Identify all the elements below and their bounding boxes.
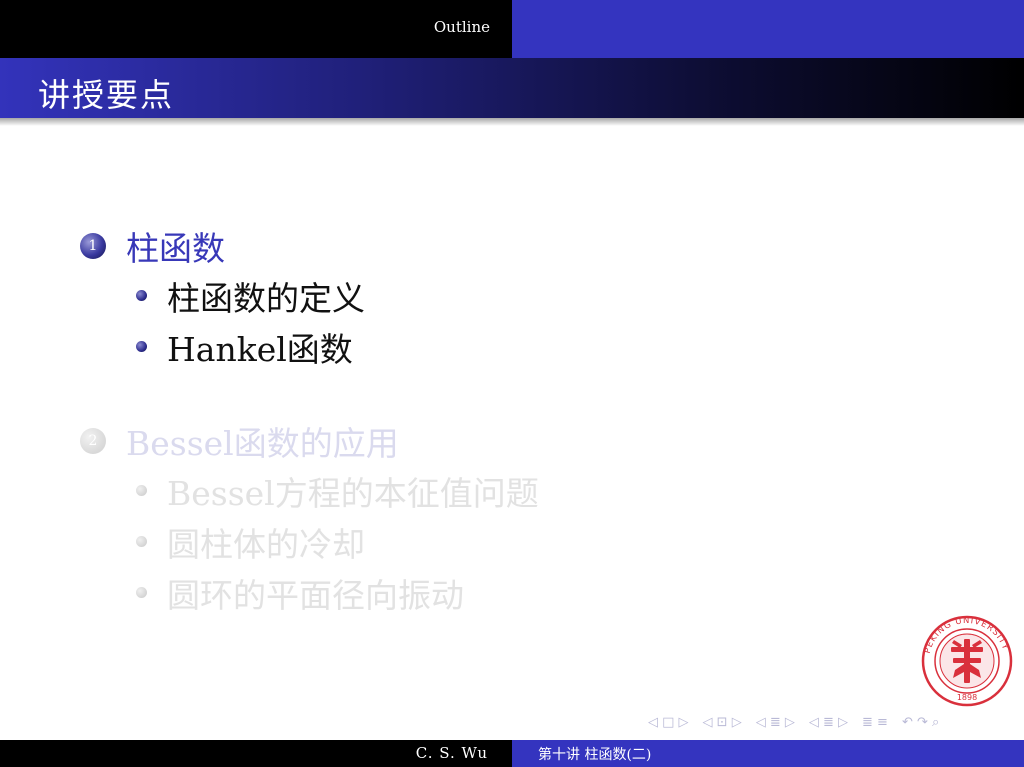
toc-subsection-item[interactable]: Bessel方程的本征值问题 [136, 465, 539, 516]
nav-section-icon[interactable]: ◁ ≣ ▷ [756, 715, 795, 730]
subsection-title[interactable]: 柱函数的定义 [167, 272, 365, 320]
bullet-icon [136, 341, 147, 352]
subsection-title[interactable]: Bessel方程的本征值问题 [167, 467, 539, 515]
nav-frame-icon[interactable]: ◁ □ ▷ [648, 715, 689, 730]
headline-bar: Outline [0, 0, 1024, 58]
seal-year: 1898 [957, 693, 977, 702]
frame-title-shadow [0, 118, 1024, 126]
nav-search-icon[interactable]: ↶ ↷ ⌕ [902, 715, 939, 730]
toc-section-1[interactable]: 1 柱函数 柱函数的定义 Hankel函数 [80, 222, 539, 372]
section-title[interactable]: 柱函数 [126, 222, 225, 270]
subsection-title[interactable]: Hankel函数 [167, 323, 353, 371]
beamer-navigation: ◁ □ ▷ ◁ ⊡ ▷ ◁ ≣ ▷ ◁ ≣ ▷ ≣ ≡ ↶ ↷ ⌕ [648, 715, 939, 730]
toc-section-2[interactable]: 2 Bessel函数的应用 Bessel方程的本征值问题 圆柱体的冷却 圆环的平… [80, 417, 539, 618]
nav-align-icon[interactable]: ≣ ≡ [862, 715, 888, 730]
section-row[interactable]: 1 柱函数 [80, 222, 539, 270]
footer-title: 第十讲 柱函数(二) [538, 747, 652, 763]
subsection-title[interactable]: 圆柱体的冷却 [167, 518, 365, 566]
toc-subsection-item[interactable]: Hankel函数 [136, 321, 539, 372]
subsection-title[interactable]: 圆环的平面径向振动 [167, 569, 464, 617]
bullet-icon [136, 485, 147, 496]
subsection-list: 柱函数的定义 Hankel函数 [136, 270, 539, 372]
peking-university-seal-icon: PEKING UNIVERSITY 1898 [921, 615, 1013, 707]
nav-subsection-icon[interactable]: ◁ ⊡ ▷ [703, 715, 742, 730]
footline-bar: C. S. Wu 第十讲 柱函数(二) [0, 740, 1024, 767]
table-of-contents: 1 柱函数 柱函数的定义 Hankel函数 2 Bessel函数的应用 Bess… [80, 222, 539, 618]
section-title[interactable]: Bessel函数的应用 [126, 417, 399, 465]
toc-subsection-item[interactable]: 圆环的平面径向振动 [136, 567, 539, 618]
footer-author: C. S. Wu [415, 744, 488, 762]
subsection-list: Bessel方程的本征值问题 圆柱体的冷却 圆环的平面径向振动 [136, 465, 539, 618]
toc-subsection-item[interactable]: 柱函数的定义 [136, 270, 539, 321]
outline-link[interactable]: Outline [0, 18, 490, 36]
frame-title-bar: 讲授要点 [0, 58, 1024, 118]
section-number-ball: 2 [80, 428, 106, 454]
headline-right-panel [512, 0, 1024, 58]
bullet-icon [136, 290, 147, 301]
bullet-icon [136, 536, 147, 547]
section-row[interactable]: 2 Bessel函数的应用 [80, 417, 539, 465]
frame-title: 讲授要点 [38, 76, 175, 114]
bullet-icon [136, 587, 147, 598]
section-number-ball: 1 [80, 233, 106, 259]
nav-subsubsection-icon[interactable]: ◁ ≣ ▷ [809, 715, 848, 730]
toc-subsection-item[interactable]: 圆柱体的冷却 [136, 516, 539, 567]
